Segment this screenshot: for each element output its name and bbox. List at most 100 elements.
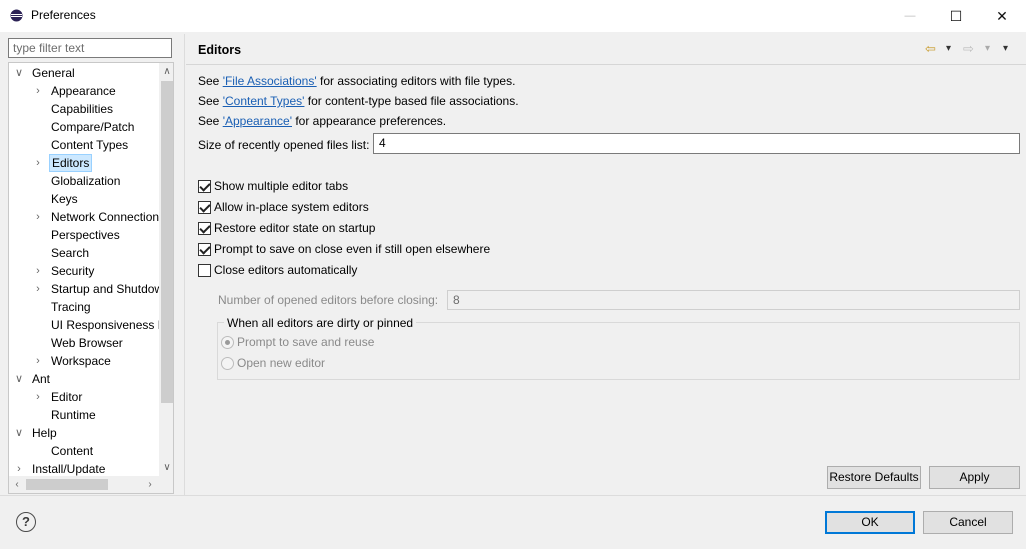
apply-button[interactable]: Apply [929,466,1020,489]
prompt-to-save-on-close-label[interactable]: Prompt to save on close even if still op… [214,242,490,257]
tree-item[interactable]: › Workspace [9,352,159,370]
expand-chevron-icon[interactable]: › [33,154,43,172]
tree-item[interactable]: ∨ Help [9,424,159,442]
page-title: Editors [198,43,242,57]
tree-item[interactable]: Tracing [9,298,159,316]
allow-in-place-editors-label[interactable]: Allow in-place system editors [214,200,369,215]
tree-item[interactable]: › Appearance [9,82,159,100]
open-new-editor-radio[interactable] [221,357,234,370]
back-arrow-icon[interactable]: ⇦ [925,40,936,58]
tree-item[interactable]: › Startup and Shutdow [9,280,163,298]
tree-item[interactable]: ∨ Ant [9,370,159,388]
tree-item-label: Globalization [51,174,121,188]
file-associations-line: See 'File Associations' for associating … [198,74,515,89]
tree-item[interactable]: UI Responsiveness M [9,316,168,334]
tree-item-label: Startup and Shutdow [51,282,164,296]
tree-item[interactable]: Capabilities [9,100,159,118]
horizontal-scrollbar[interactable]: ‹ › [9,476,173,493]
tree-item[interactable]: Web Browser [9,334,159,352]
content-types-link[interactable]: 'Content Types' [223,94,305,108]
forward-arrow-icon[interactable]: ⇨ [963,40,974,58]
panel-divider[interactable] [184,34,185,495]
expand-chevron-icon[interactable]: › [33,388,43,406]
tree-item-label: Security [51,264,95,278]
recent-files-size-input[interactable]: 4 [373,133,1020,154]
tree-item[interactable]: Runtime [9,406,159,424]
maximize-button[interactable]: ☐ [933,0,979,32]
tree-item[interactable]: › Editor [9,388,159,406]
tree-item-label: Content Types [51,138,129,152]
tree-item-label: Web Browser [51,336,123,350]
prompt-to-save-reuse-radio[interactable] [221,336,234,349]
tree-item-label: Appearance [51,84,116,98]
view-menu-icon[interactable]: ▾ [1003,40,1008,58]
tree-item-label: Runtime [51,408,96,422]
tree-item[interactable]: Content [9,442,159,460]
horizontal-scroll-thumb[interactable] [26,479,108,490]
maximize-icon: ☐ [949,7,963,24]
restore-editor-state-checkbox[interactable] [198,222,211,235]
filter-field[interactable] [8,38,172,58]
scroll-left-arrow[interactable]: ‹ [9,476,25,493]
tree-item-label: Editors [49,154,93,172]
tree-item[interactable]: Compare/Patch [9,118,159,136]
restore-editor-state-label[interactable]: Restore editor state on startup [214,221,375,236]
collapse-chevron-icon[interactable]: ∨ [14,64,24,82]
preferences-tree: ∨ General › Appearance Capabilities Compare/P… [8,62,174,494]
tree-item[interactable]: Perspectives [9,226,159,244]
appearance-link[interactable]: 'Appearance' [223,114,292,128]
file-associations-link[interactable]: 'File Associations' [223,74,317,88]
open-new-editor-label[interactable]: Open new editor [237,356,325,371]
tree-item[interactable]: ∨ General [9,64,159,82]
filter-input[interactable] [9,39,171,57]
close-editors-automatically-label[interactable]: Close editors automatically [214,263,357,278]
tree-item[interactable]: › Editors [9,154,159,172]
scroll-right-arrow[interactable]: › [142,476,158,493]
ok-button[interactable]: OK [825,511,915,534]
allow-in-place-editors-checkbox[interactable] [198,201,211,214]
expand-chevron-icon[interactable]: › [33,82,43,100]
line-prefix: See [198,74,223,88]
tree-item-label: Capabilities [51,102,114,116]
show-multiple-tabs-label[interactable]: Show multiple editor tabs [214,179,348,194]
close-editors-automatically-checkbox[interactable] [198,264,211,277]
vertical-scrollbar[interactable]: ∧ ∨ [159,63,173,476]
tree-item-label: Ant [32,372,51,386]
tree-item-label: Compare/Patch [51,120,135,134]
recent-files-size-label: Size of recently opened files list: [198,138,370,152]
line-prefix: See [198,114,223,128]
tree-item[interactable]: Keys [9,190,159,208]
prompt-to-save-on-close-checkbox[interactable] [198,243,211,256]
tree-item[interactable]: › Network Connection [9,208,159,226]
opened-editors-limit-input[interactable]: 8 [447,290,1020,310]
cancel-button[interactable]: Cancel [923,511,1013,534]
tree-item[interactable]: Search [9,244,159,262]
close-icon: ✕ [996,7,1008,24]
tree-item[interactable]: Content Types [9,136,159,154]
back-menu-icon[interactable]: ▾ [946,40,951,58]
expand-chevron-icon[interactable]: › [33,352,43,370]
minimize-icon: — [904,10,916,22]
scroll-down-arrow[interactable]: ∨ [159,459,173,476]
restore-defaults-button[interactable]: Restore Defaults [827,466,921,489]
forward-menu-icon[interactable]: ▾ [985,40,990,58]
expand-chevron-icon[interactable]: › [33,208,43,226]
tree-item[interactable]: Globalization [9,172,159,190]
scroll-up-arrow[interactable]: ∧ [159,63,173,80]
tree-item-label: Content [51,444,94,458]
line-suffix: for content-type based file associations… [304,94,519,108]
prompt-to-save-reuse-label[interactable]: Prompt to save and reuse [237,335,374,350]
header-separator [186,64,1026,65]
collapse-chevron-icon[interactable]: ∨ [14,424,24,442]
collapse-chevron-icon[interactable]: ∨ [14,370,24,388]
vertical-scroll-thumb[interactable] [161,81,173,403]
help-icon[interactable]: ? [16,512,36,532]
show-multiple-tabs-checkbox[interactable] [198,180,211,193]
tree-item-label: Editor [51,390,83,404]
expand-chevron-icon[interactable]: › [33,280,43,298]
minimize-button[interactable]: — [887,0,933,32]
close-window-button[interactable]: ✕ [979,0,1025,32]
expand-chevron-icon[interactable]: › [33,262,43,280]
tree-item-label: Network Connection [51,210,160,224]
tree-item[interactable]: › Security [9,262,159,280]
